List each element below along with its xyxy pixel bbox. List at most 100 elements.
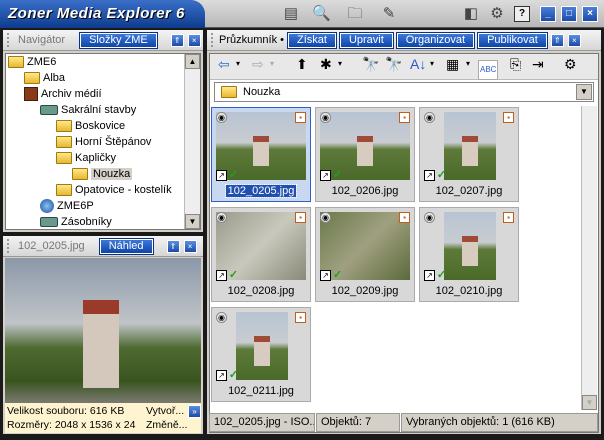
copy-to-icon[interactable]: ⎘ <box>510 56 521 72</box>
thumbnail-item[interactable]: ◉ ▪ ↗ ✓ 102_0208.jpg <box>211 207 311 302</box>
pin-icon[interactable]: ⇑ <box>166 239 180 253</box>
tree-item[interactable]: Alba <box>24 70 65 86</box>
pin-icon[interactable]: ⇑ <box>550 33 564 47</box>
close-panel-icon[interactable]: × <box>187 33 201 47</box>
move-to-icon[interactable]: ⇥ <box>532 56 544 72</box>
tab-slozky-zme[interactable]: Složky ZME <box>79 31 158 49</box>
scroll-down-button[interactable]: ▼ <box>185 214 200 229</box>
path-combo[interactable]: Nouzka ▼ <box>214 82 594 102</box>
created-date: Vytvoř... <box>146 405 185 417</box>
folder-icon <box>221 86 237 98</box>
help-icon[interactable]: ? <box>514 6 530 22</box>
tree-item[interactable]: Sakrální stavby <box>40 102 136 118</box>
navigator-header: Navigátor Složky ZME ⇑ × <box>3 30 203 51</box>
grip-handle[interactable] <box>7 239 11 253</box>
tab-upravit[interactable]: Upravit <box>338 31 394 49</box>
tab-publikovat[interactable]: Publikovat <box>477 31 548 49</box>
tree-scrollbar[interactable]: ▲ ▼ <box>184 54 200 229</box>
check-icon: ✓ <box>228 169 239 181</box>
tree-item[interactable]: Horní Štěpánov <box>56 134 151 150</box>
navigator-panel: Navigátor Složky ZME ⇑ × ZME6 Alba Archiv … <box>3 30 203 232</box>
thumbnail-scrollbar[interactable]: ▼ <box>581 106 597 410</box>
forward-icon[interactable]: ⇨ <box>252 56 264 72</box>
tree-item[interactable]: Kapličky <box>56 150 116 166</box>
tree-item[interactable]: ZME6 <box>8 54 56 70</box>
close-panel-icon[interactable]: × <box>567 33 581 47</box>
panel-title: Průzkumník • <box>219 34 284 46</box>
forward-dropdown-icon[interactable]: ▾ <box>270 56 274 72</box>
close-icon[interactable]: × <box>582 6 598 22</box>
tree-item-label: Boskovice <box>75 120 126 132</box>
tree-item[interactable]: Zásobníky <box>40 214 112 230</box>
back-dropdown-icon[interactable]: ▾ <box>236 56 240 72</box>
check-icon: ✓ <box>436 269 447 281</box>
folder-icon <box>56 136 72 148</box>
view-dropdown-icon[interactable]: ▾ <box>466 56 470 72</box>
app-title: Zoner Media Explorer 6 <box>0 0 205 28</box>
tree-item[interactable]: Nouzka <box>72 166 133 182</box>
folder-icon <box>56 152 72 164</box>
scroll-up-button[interactable]: ▲ <box>185 54 200 69</box>
check-icon: ✓ <box>332 169 343 181</box>
camera-icon: ◉ <box>424 112 435 123</box>
thumbnail-item[interactable]: ◉ ▪ ↗ ✓ 102_0210.jpg <box>419 207 519 302</box>
layout-icon[interactable]: ▤ <box>282 5 300 23</box>
shrine-image <box>462 236 478 266</box>
thumbnail-item[interactable]: ◉ ▪ ↗ ✓ 102_0205.jpg <box>211 107 311 202</box>
thumbnail-caption: 102_0206.jpg <box>331 185 399 197</box>
pin-icon[interactable]: ⇑ <box>170 33 184 47</box>
sort-icon[interactable]: A↓ <box>410 56 426 72</box>
thumbnail-item[interactable]: ◉ ▪ ↗ ✓ 102_0209.jpg <box>315 207 415 302</box>
abc-icon[interactable]: ABC <box>478 60 499 80</box>
folder-up-icon[interactable]: ⬆ <box>296 56 308 72</box>
folder-icon <box>56 120 72 132</box>
tree-item[interactable]: ZME6P <box>40 198 94 214</box>
tree-item[interactable]: Opatovice - kostelík <box>56 182 172 198</box>
find-advanced-icon[interactable]: 🔭 <box>385 56 402 72</box>
tab-ziskat[interactable]: Získat <box>286 31 337 49</box>
thumbnail-item[interactable]: ◉ ▪ ↗ ✓ 102_0206.jpg <box>315 107 415 202</box>
maximize-icon[interactable]: □ <box>561 6 577 22</box>
camera-icon: ◉ <box>320 112 331 123</box>
shrine-image <box>462 136 478 166</box>
path-dropdown-icon[interactable]: ▼ <box>576 84 592 100</box>
close-panel-icon[interactable]: × <box>183 239 197 253</box>
view-icon[interactable]: ▦ <box>446 56 459 72</box>
tab-organizovat[interactable]: Organizovat <box>395 31 476 49</box>
check-icon: ✓ <box>228 269 239 281</box>
tree-item[interactable]: Boskovice <box>56 118 125 134</box>
back-icon[interactable]: ⇦ <box>218 56 230 72</box>
status-count: Objektů: 7 <box>316 413 400 432</box>
preview-panel: 102_0205.jpg Náhled ⇑ × Velikost souboru… <box>3 236 203 434</box>
thumbnail-image <box>444 212 496 280</box>
sort-dropdown-icon[interactable]: ▾ <box>430 56 434 72</box>
shortcut-icon: ↗ <box>424 170 435 181</box>
shortcut-icon: ↗ <box>424 270 435 281</box>
scroll-down-button[interactable]: ▼ <box>582 395 597 410</box>
slideshow-icon[interactable]: ⚙ <box>564 56 577 72</box>
preview-header: 102_0205.jpg Náhled ⇑ × <box>3 236 203 257</box>
tree-item[interactable]: Archiv médií <box>24 86 102 102</box>
folders-icon[interactable]: 🗀 <box>346 5 364 23</box>
file-info: Velikost souboru: 616 KB Vytvoř... Rozmě… <box>5 403 201 433</box>
find-icon[interactable]: 🔭 <box>362 56 379 72</box>
panels-icon[interactable]: ◧ <box>462 5 480 23</box>
minimize-icon[interactable]: _ <box>540 6 556 22</box>
gear-icon[interactable]: ⚙ <box>488 5 506 23</box>
panel-title: 102_0205.jpg <box>18 240 85 252</box>
thumbnail-caption: 102_0210.jpg <box>435 285 503 297</box>
grip-handle[interactable] <box>211 33 215 47</box>
preview-icon[interactable]: 🔍 <box>312 5 331 23</box>
thumbnail-item[interactable]: ◉ ▪ ↗ ✓ 102_0207.jpg <box>419 107 519 202</box>
camera-icon: ◉ <box>216 312 227 323</box>
edit-badge-icon: ▪ <box>295 112 306 123</box>
thumbnail-item[interactable]: ◉ ▪ ↗ ✓ 102_0211.jpg <box>211 307 311 402</box>
grip-handle[interactable] <box>7 33 11 47</box>
tab-nahled[interactable]: Náhled <box>98 237 154 255</box>
check-icon: ✓ <box>332 269 343 281</box>
status-file: 102_0205.jpg - ISO... <box>209 413 315 432</box>
expand-icon[interactable]: » <box>188 405 201 418</box>
edit-icon[interactable]: ✎ <box>380 5 398 23</box>
folder-dropdown-icon[interactable]: ▾ <box>338 56 342 72</box>
new-folder-icon[interactable]: ✱ <box>320 56 332 72</box>
